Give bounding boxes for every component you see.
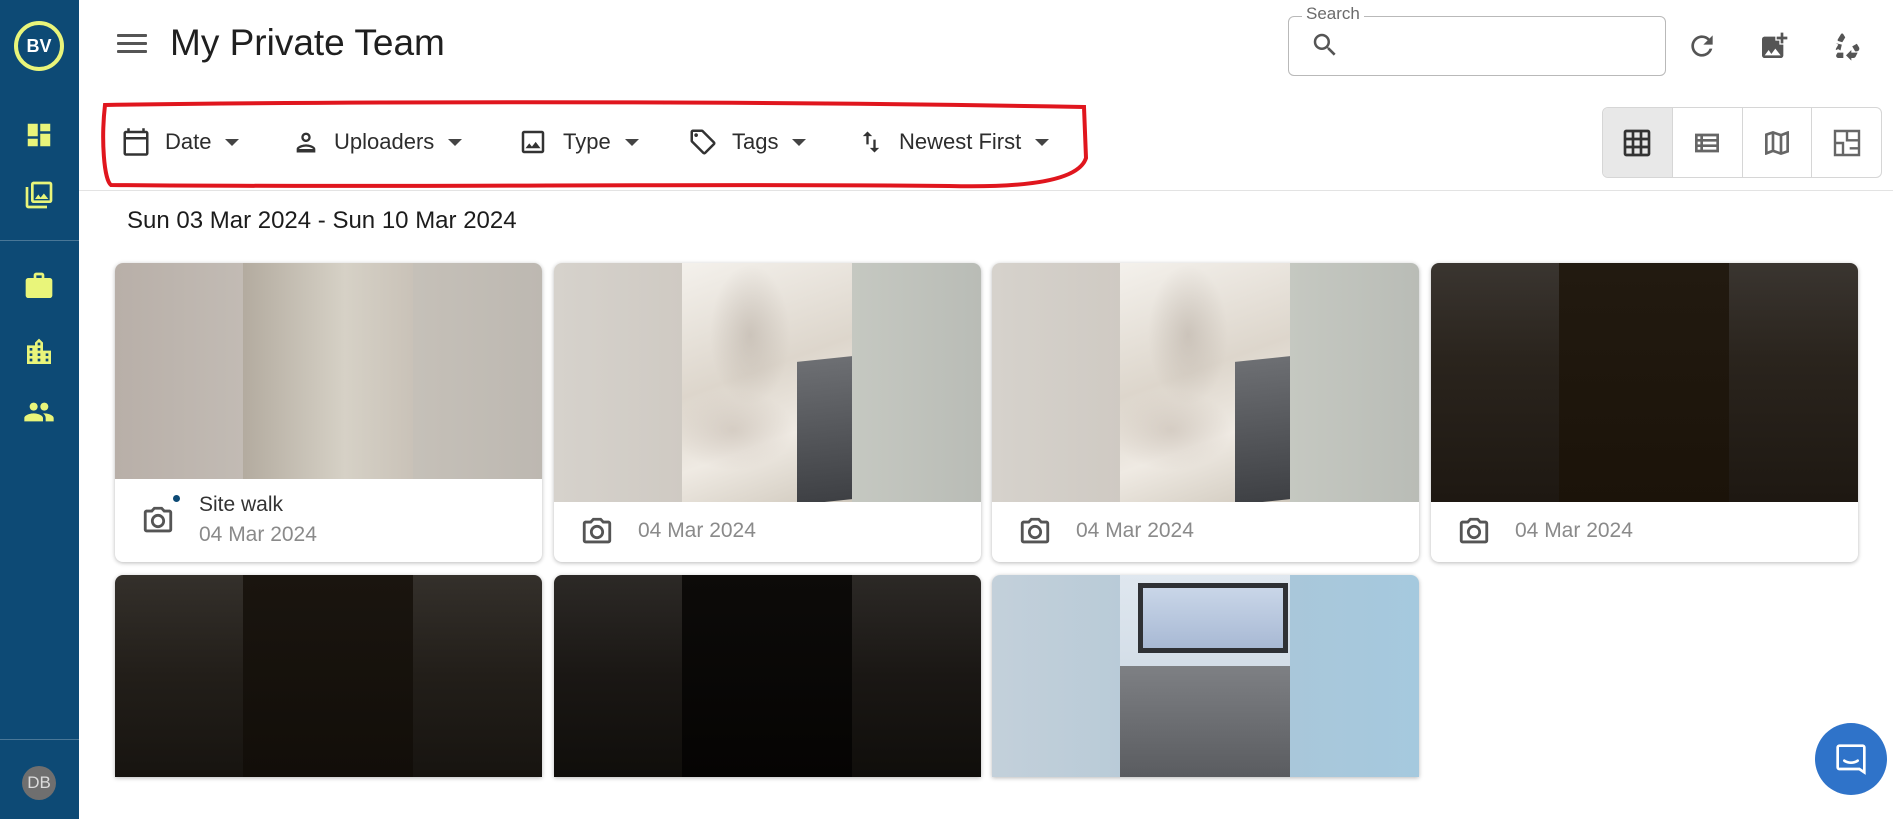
view-mode-toggle <box>1602 107 1882 178</box>
photo-card[interactable] <box>992 575 1419 777</box>
camera-icon <box>1457 515 1491 554</box>
app-logo[interactable]: BV <box>14 21 64 71</box>
chevron-down-icon <box>225 138 240 146</box>
card-footer: 04 Mar 2024 <box>554 502 981 562</box>
chevron-down-icon <box>792 138 807 146</box>
uploaders-filter-label: Uploaders <box>334 129 435 154</box>
photo-thumbnail <box>115 575 542 777</box>
briefcase-icon[interactable] <box>23 270 55 302</box>
sort-icon <box>862 131 880 153</box>
photo-image <box>1120 575 1290 777</box>
photo-image <box>1559 263 1729 502</box>
people-icon[interactable] <box>23 396 55 428</box>
chat-support-button[interactable] <box>1815 723 1887 795</box>
tag-icon <box>690 129 716 155</box>
avatar[interactable]: DB <box>22 766 56 800</box>
dashboard-icon[interactable] <box>23 119 55 151</box>
divider <box>79 190 1893 191</box>
floorplan-view-button[interactable] <box>1812 108 1881 177</box>
tags-filter-label: Tags <box>732 129 779 154</box>
card-title: Site walk <box>199 493 284 516</box>
add-photo-icon[interactable] <box>1758 30 1790 62</box>
card-date: 04 Mar 2024 <box>199 523 317 546</box>
card-date: 04 Mar 2024 <box>638 519 756 542</box>
photo-image <box>682 575 852 777</box>
buildings-icon[interactable] <box>23 336 55 368</box>
grid-view-button[interactable] <box>1603 108 1673 177</box>
photo-thumbnail <box>1431 263 1858 502</box>
sort-filter[interactable]: Newest First <box>857 122 1050 162</box>
photo-thumbnail <box>992 263 1419 502</box>
chevron-down-icon <box>1035 138 1050 146</box>
card-date: 04 Mar 2024 <box>1076 519 1194 542</box>
tags-filter[interactable]: Tags <box>688 122 807 162</box>
date-range-heading: Sun 03 Mar 2024 - Sun 10 Mar 2024 <box>127 207 517 234</box>
type-filter-label: Type <box>563 129 611 154</box>
date-filter-label: Date <box>165 129 212 154</box>
photo-image <box>243 263 413 479</box>
sidebar-divider <box>0 240 79 241</box>
hamburger-menu-button[interactable] <box>115 30 149 60</box>
photo-image <box>1120 263 1290 502</box>
photo-thumbnail <box>554 575 981 777</box>
chevron-down-icon <box>624 138 639 146</box>
uploaders-filter[interactable]: Uploaders <box>292 122 463 162</box>
list-view-button[interactable] <box>1673 108 1743 177</box>
card-footer: Site walk 04 Mar 2024 <box>115 479 542 562</box>
search-label: Search <box>1302 4 1364 24</box>
grid-icon <box>1624 129 1651 156</box>
sidebar: BV DB <box>0 0 79 819</box>
chevron-down-icon <box>448 138 463 146</box>
date-filter[interactable]: Date <box>121 122 240 162</box>
refresh-icon[interactable] <box>1686 30 1718 62</box>
recycle-icon[interactable] <box>1830 30 1862 62</box>
card-footer: 04 Mar 2024 <box>992 502 1419 562</box>
camera-icon <box>1018 515 1052 554</box>
list-icon <box>1695 133 1720 152</box>
photo-card[interactable] <box>554 575 981 777</box>
photo-card[interactable] <box>115 575 542 777</box>
logo-text: BV <box>26 35 52 56</box>
camera-icon <box>141 504 175 543</box>
page-title: My Private Team <box>170 22 445 63</box>
photo-card[interactable]: 04 Mar 2024 <box>992 263 1419 562</box>
map-icon <box>1764 130 1789 155</box>
photo-image <box>243 575 413 777</box>
unread-dot <box>171 493 182 504</box>
photo-card[interactable]: 04 Mar 2024 <box>554 263 981 562</box>
camera-icon <box>580 515 614 554</box>
photo-library-icon[interactable] <box>23 179 55 211</box>
photo-thumbnail <box>992 575 1419 777</box>
sort-filter-label: Newest First <box>899 129 1022 154</box>
photo-card[interactable]: 04 Mar 2024 <box>1431 263 1858 562</box>
photo-thumbnail <box>115 263 542 479</box>
map-view-button[interactable] <box>1743 108 1813 177</box>
type-filter[interactable]: Type <box>517 122 639 162</box>
image-icon <box>521 130 545 154</box>
card-footer: 04 Mar 2024 <box>1431 502 1858 562</box>
person-icon <box>296 132 316 153</box>
floorplan-icon <box>1833 129 1860 156</box>
calendar-icon <box>123 128 149 156</box>
photo-thumbnail <box>554 263 981 502</box>
photo-card[interactable]: Site walk 04 Mar 2024 <box>115 263 542 562</box>
search-input[interactable] <box>1352 26 1652 62</box>
chat-icon <box>1836 744 1866 775</box>
sidebar-divider <box>0 739 79 740</box>
card-date: 04 Mar 2024 <box>1515 519 1633 542</box>
photo-image <box>682 263 852 502</box>
search-icon <box>1310 30 1340 65</box>
